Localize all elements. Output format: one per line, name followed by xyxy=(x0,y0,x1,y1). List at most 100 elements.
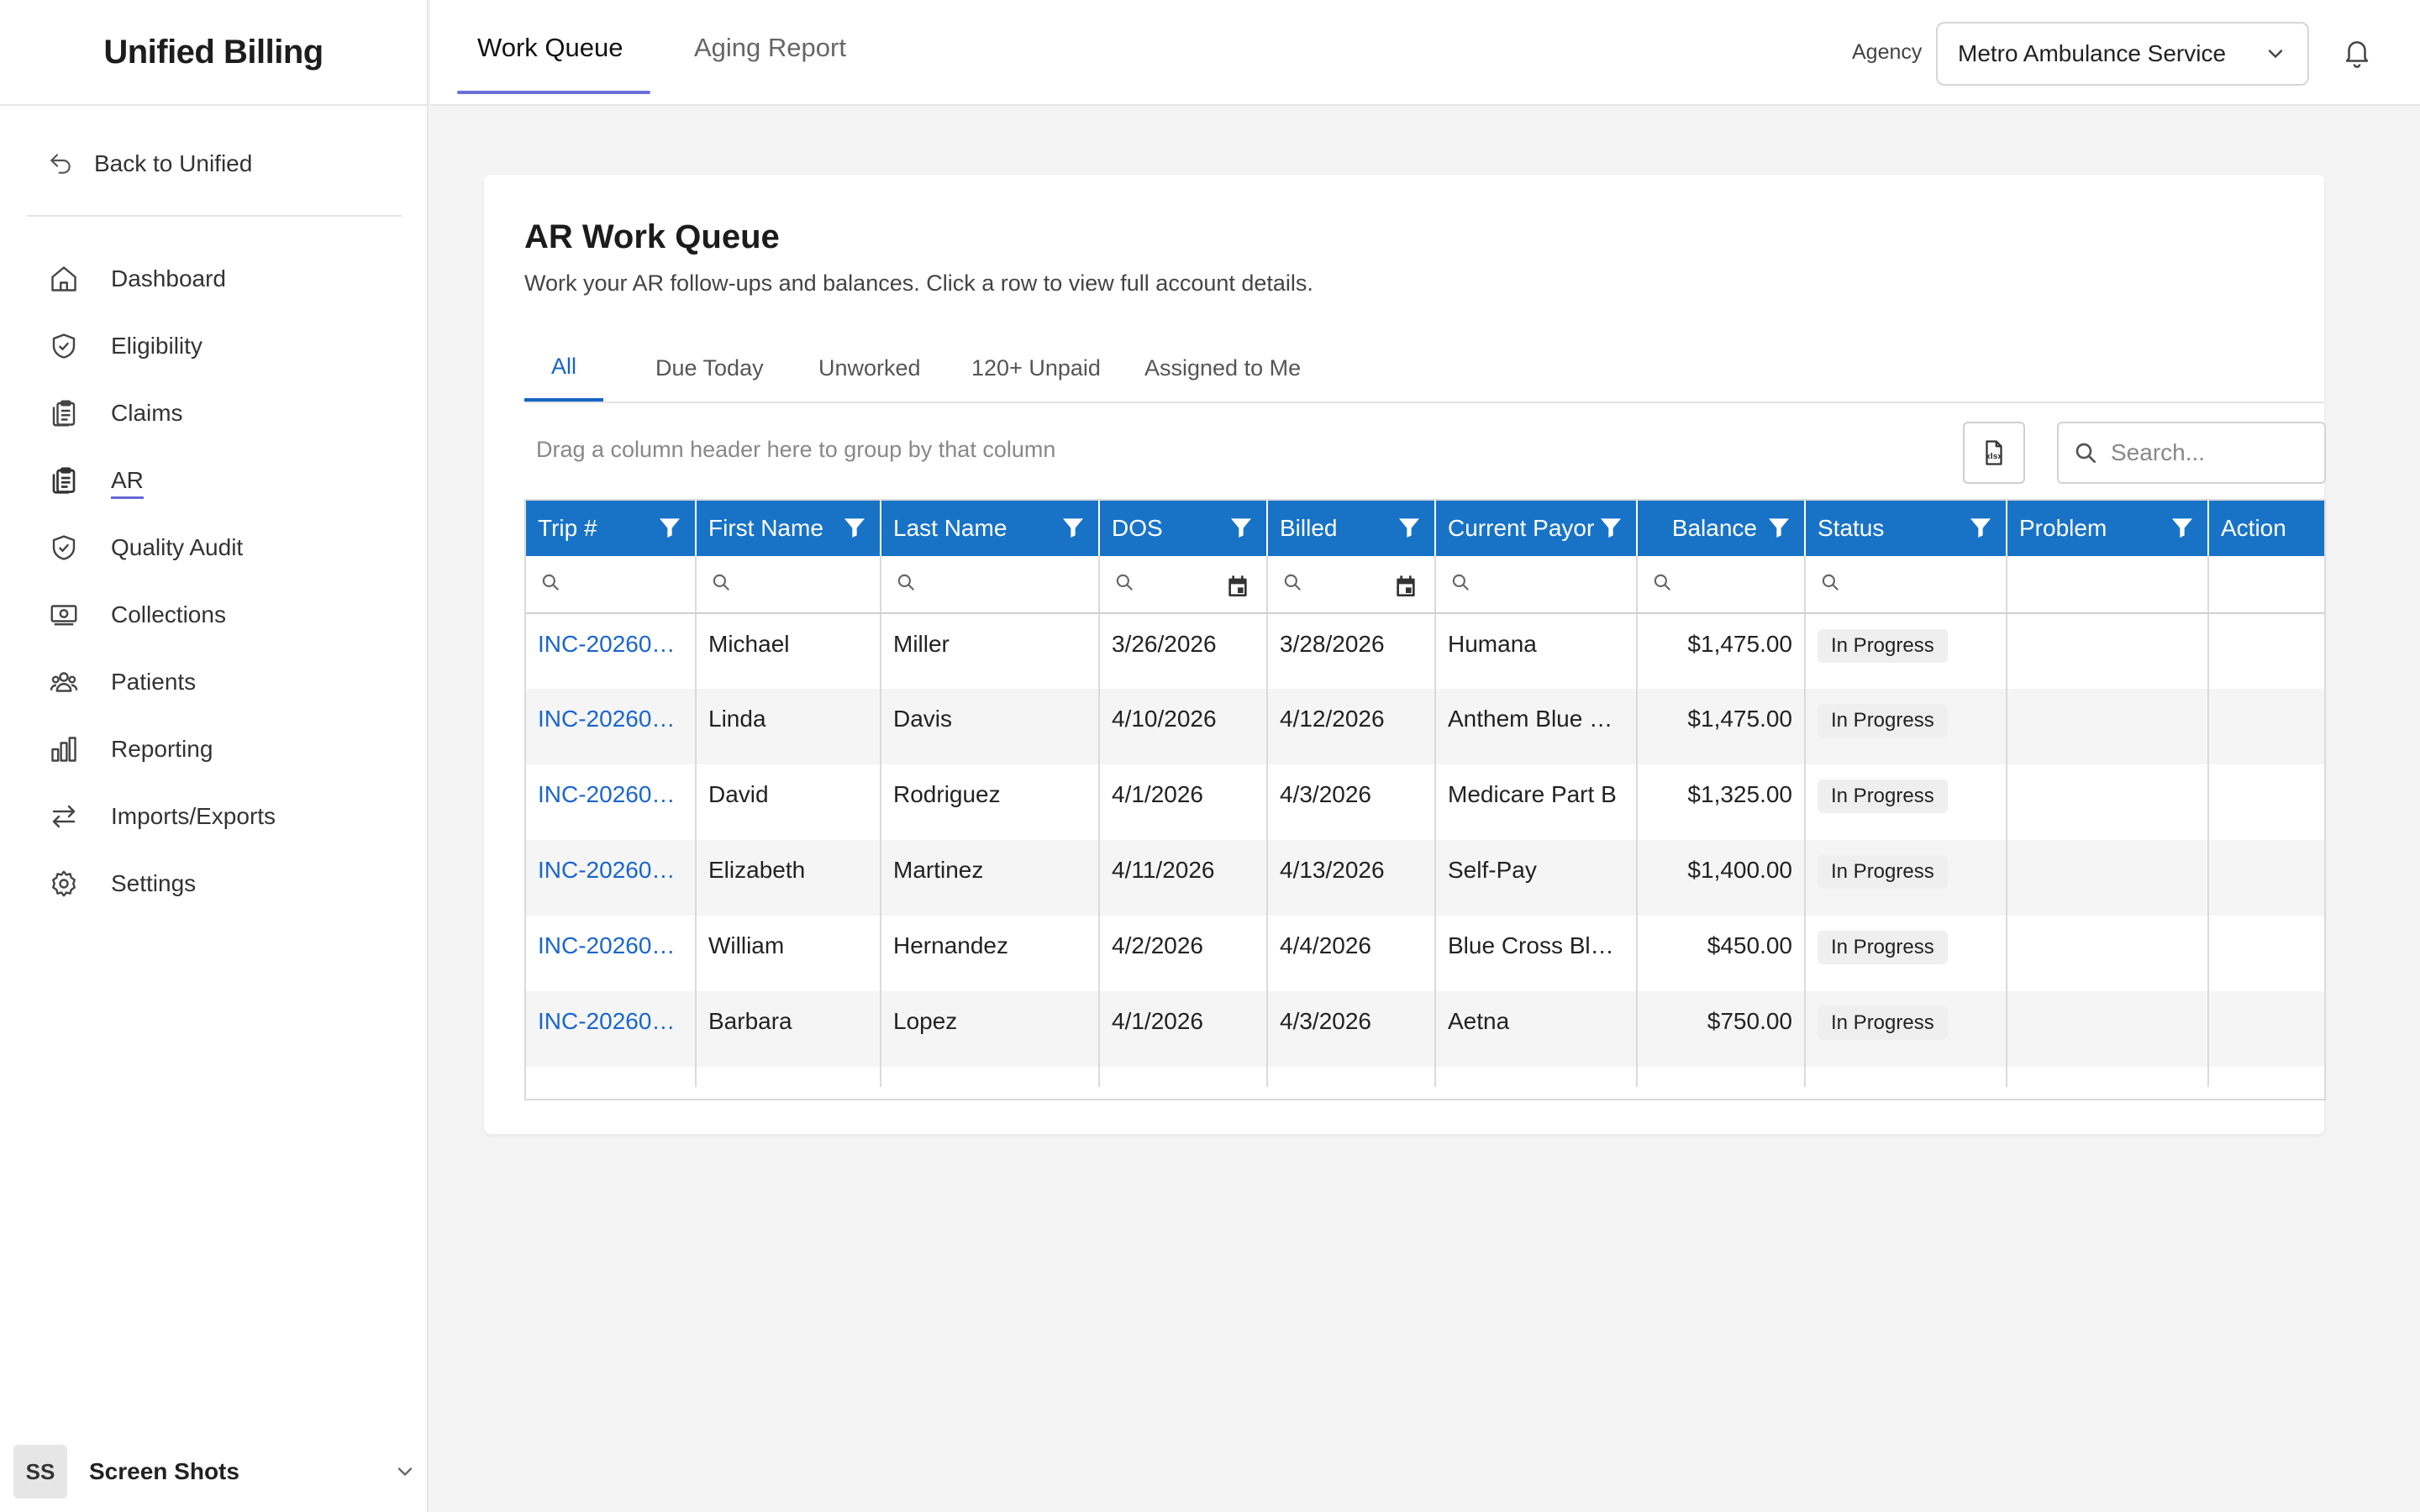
column-header-last-name[interactable]: Last Name xyxy=(881,501,1100,556)
search-box[interactable] xyxy=(2057,422,2326,484)
notifications-button[interactable] xyxy=(2341,37,2373,73)
column-header-status[interactable]: Status xyxy=(1805,501,2007,556)
ar-work-queue-card: AR Work Queue Work your AR follow-ups an… xyxy=(484,175,2326,1134)
bell-icon xyxy=(2345,41,2369,68)
table-row[interactable]: INC-20260… Elizabeth Martinez 4/11/2026 … xyxy=(526,840,2324,916)
last-name-cell: Miller xyxy=(881,613,1100,689)
agency-label: Agency xyxy=(1852,40,1923,64)
table-row[interactable]: INC-20260… Michael Miller 3/26/2026 3/28… xyxy=(526,613,2324,689)
column-header-billed[interactable]: Billed xyxy=(1267,501,1436,556)
dos-cell: 4/10/2026 xyxy=(1099,689,1268,764)
sidebar-item-dashboard[interactable]: Dashboard xyxy=(47,245,276,312)
filter-cell-dos[interactable] xyxy=(1099,556,1268,614)
filter-icon[interactable] xyxy=(1967,514,1994,547)
agency-value: Metro Ambulance Service xyxy=(1958,40,2227,66)
tab-assigned-to-me[interactable]: Assigned to Me xyxy=(1118,334,1328,402)
trip-link[interactable]: INC-20260… xyxy=(526,764,697,840)
avatar: SS xyxy=(13,1445,67,1499)
filter-cell-balance[interactable] xyxy=(1637,556,1806,614)
table-row[interactable]: INC-20260… David Rodriguez 4/1/2026 4/3/… xyxy=(526,764,2324,840)
trip-link[interactable]: INC-20260… xyxy=(526,840,697,916)
filter-cell-action xyxy=(2208,556,2324,614)
sidebar-item-patients[interactable]: Patients xyxy=(47,648,276,716)
sidebar-item-collections[interactable]: Collections xyxy=(47,581,276,648)
status-badge: In Progress xyxy=(1818,629,1948,663)
sidebar-divider xyxy=(27,215,402,217)
tab-unworked[interactable]: Unworked xyxy=(792,334,948,402)
user-menu[interactable]: SS Screen Shots xyxy=(13,1443,417,1500)
calendar-icon[interactable] xyxy=(1392,573,1419,604)
last-name-cell: Hernandez xyxy=(881,916,1100,991)
filter-icon[interactable] xyxy=(1396,514,1423,547)
problem-cell xyxy=(2007,689,2209,764)
filter-icon[interactable] xyxy=(1597,514,1624,547)
sidebar-item-ar[interactable]: AR xyxy=(47,447,276,514)
filter-cell-current-payor[interactable] xyxy=(1435,556,1638,614)
column-header-label: Last Name xyxy=(893,515,1007,541)
filter-icon[interactable] xyxy=(1228,514,1255,547)
first-name-cell: Barbara xyxy=(696,991,881,1067)
page-title: AR Work Queue xyxy=(524,218,780,255)
trip-link[interactable]: INC-20260… xyxy=(526,613,697,689)
last-name-cell: Davis xyxy=(881,689,1100,764)
action-cell xyxy=(2208,764,2324,840)
filter-cell-trip[interactable] xyxy=(526,556,697,614)
sidebar-item-imports-exports[interactable]: Imports/Exports xyxy=(47,783,276,850)
sidebar-item-quality-audit[interactable]: Quality Audit xyxy=(47,514,276,581)
first-name-cell: Michael xyxy=(696,613,881,689)
calendar-icon[interactable] xyxy=(1224,573,1251,604)
search-input[interactable] xyxy=(2111,439,2296,466)
tab-120-unpaid[interactable]: 120+ Unpaid xyxy=(944,334,1128,402)
sidebar-item-reporting[interactable]: Reporting xyxy=(47,716,276,783)
svg-text:xlsx: xlsx xyxy=(1986,452,2003,461)
filter-cell-first-name[interactable] xyxy=(696,556,881,614)
column-header-dos[interactable]: DOS xyxy=(1099,501,1268,556)
filter-icon[interactable] xyxy=(656,514,683,547)
filter-icon[interactable] xyxy=(1765,514,1792,547)
search-icon xyxy=(1284,574,1301,591)
group-by-hint[interactable]: Drag a column header here to group by th… xyxy=(536,437,1055,463)
filter-cell-last-name[interactable] xyxy=(881,556,1100,614)
sidebar-item-label: Reporting xyxy=(111,736,213,762)
tab-work-queue[interactable]: Work Queue xyxy=(477,0,623,96)
search-icon xyxy=(1116,574,1133,591)
filter-icon[interactable] xyxy=(1060,514,1086,547)
filter-icon[interactable] xyxy=(2169,514,2196,547)
tab-due-today[interactable]: Due Today xyxy=(629,334,791,402)
filter-cell-status[interactable] xyxy=(1805,556,2007,614)
trip-link[interactable]: INC-20260… xyxy=(526,916,697,991)
export-xlsx-button[interactable]: xlsx xyxy=(1963,422,2025,484)
trip-link[interactable]: INC-20260… xyxy=(526,991,697,1067)
filter-icon[interactable] xyxy=(841,514,868,547)
column-header-balance[interactable]: Balance xyxy=(1637,501,1806,556)
column-header-label: Trip # xyxy=(538,515,597,541)
grid-body: INC-20260… Michael Miller 3/26/2026 3/28… xyxy=(526,613,2324,1087)
tab-all[interactable]: All xyxy=(524,334,604,402)
trip-link[interactable]: INC-20260… xyxy=(526,689,697,764)
column-header-label: Balance xyxy=(1671,515,1757,541)
column-header-problem[interactable]: Problem xyxy=(2007,501,2209,556)
column-header-current-payor[interactable]: Current Payor xyxy=(1435,501,1638,556)
back-to-unified-link[interactable]: Back to Unified xyxy=(47,137,252,191)
page-subtitle: Work your AR follow-ups and balances. Cl… xyxy=(524,270,1313,296)
payor-cell: Medicare Part B xyxy=(1435,764,1638,840)
search-icon xyxy=(542,574,559,591)
agency-select[interactable]: Metro Ambulance Service xyxy=(1936,22,2309,86)
table-row[interactable]: INC-20260… William Hernandez 4/2/2026 4/… xyxy=(526,916,2324,991)
billed-cell: 4/3/2026 xyxy=(1267,991,1436,1067)
payor-cell: Self-Pay xyxy=(1435,840,1638,916)
search-icon xyxy=(1452,574,1469,591)
column-header-first-name[interactable]: First Name xyxy=(696,501,881,556)
tab-aging-report[interactable]: Aging Report xyxy=(694,0,846,96)
first-name-cell: William xyxy=(696,916,881,991)
active-tab-indicator xyxy=(457,91,650,94)
table-row[interactable]: INC-20260… Linda Davis 4/10/2026 4/12/20… xyxy=(526,689,2324,764)
xlsx-file-icon: xlsx xyxy=(1986,440,2003,465)
sidebar-item-eligibility[interactable]: Eligibility xyxy=(47,312,276,380)
sidebar-item-settings[interactable]: Settings xyxy=(47,850,276,917)
search-icon xyxy=(897,574,914,591)
filter-cell-billed[interactable] xyxy=(1267,556,1436,614)
sidebar-item-claims[interactable]: Claims xyxy=(47,380,276,447)
table-row[interactable]: INC-20260… Barbara Lopez 4/1/2026 4/3/20… xyxy=(526,991,2324,1067)
column-header-trip[interactable]: Trip # xyxy=(526,501,697,556)
